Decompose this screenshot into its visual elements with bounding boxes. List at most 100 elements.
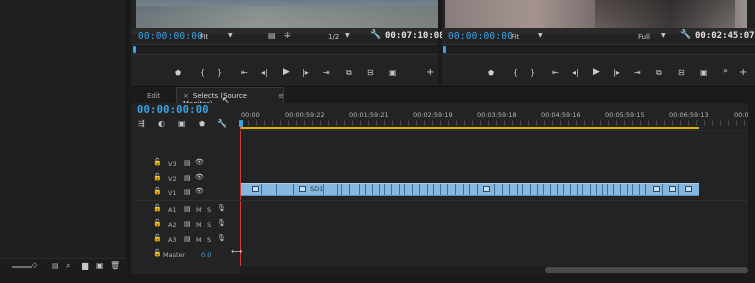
- lock-icon[interactable]: 🔓: [153, 188, 162, 195]
- source-go-to-in-icon[interactable]: ⇤: [241, 68, 248, 77]
- list-view-icon[interactable]: ▤: [52, 263, 59, 270]
- program-time-ruler[interactable]: [442, 44, 755, 53]
- sync-lock-icon[interactable]: ▤: [184, 160, 191, 167]
- timeline-settings-icon[interactable]: 🔧: [217, 120, 227, 128]
- track-label-a3[interactable]: A3: [168, 236, 177, 244]
- microphone-icon[interactable]: 🎙: [217, 235, 226, 242]
- microphone-icon[interactable]: 🎙: [217, 220, 226, 227]
- source-insert-clip-icon[interactable]: ⧉: [346, 68, 352, 78]
- source-settings-icon[interactable]: ▤: [268, 32, 276, 40]
- source-resolution-chevron-icon[interactable]: ▼: [345, 32, 350, 39]
- microphone-icon[interactable]: 🎙: [217, 205, 226, 212]
- source-playhead[interactable]: [133, 46, 136, 53]
- tab-edit[interactable]: Edit: [147, 92, 161, 100]
- source-time-ruler[interactable]: [131, 44, 438, 53]
- eye-icon[interactable]: 👁: [195, 159, 204, 166]
- eye-icon[interactable]: 👁: [195, 174, 204, 181]
- program-extract-icon[interactable]: ⊟: [678, 68, 685, 77]
- ruler-label: 00:04:59:16: [541, 111, 581, 119]
- program-wrench-icon[interactable]: 🔧: [680, 31, 691, 40]
- program-add-marker-icon[interactable]: ⬟: [488, 69, 494, 77]
- source-go-to-out-icon[interactable]: ⇥: [323, 68, 330, 77]
- program-add-button-icon[interactable]: +: [739, 67, 747, 78]
- track-label-a2[interactable]: A2: [168, 221, 177, 229]
- program-step-forward-icon[interactable]: |▸: [613, 68, 620, 77]
- source-mark-out-icon[interactable]: }: [217, 68, 222, 77]
- solo-icon[interactable]: S: [207, 206, 211, 214]
- lock-icon[interactable]: 🔓: [153, 205, 162, 212]
- source-resolution-select[interactable]: 1/2: [328, 33, 339, 41]
- timeline-vertical-scrollbar[interactable]: [748, 103, 755, 274]
- snap-icon[interactable]: ⇶: [138, 120, 145, 128]
- tab-menu-icon[interactable]: ≡: [278, 92, 284, 100]
- program-mark-out-icon[interactable]: }: [530, 68, 535, 77]
- sync-lock-icon[interactable]: ▤: [184, 236, 191, 243]
- program-resolution-chevron-icon[interactable]: ▼: [661, 32, 666, 39]
- timeline-playhead-head[interactable]: [239, 120, 243, 127]
- source-insert-icon[interactable]: ⁜: [284, 32, 291, 40]
- sync-lock-icon[interactable]: ▤: [184, 189, 191, 196]
- solo-icon[interactable]: S: [207, 221, 211, 229]
- program-go-to-out-icon[interactable]: ⇥: [634, 68, 641, 77]
- solo-icon[interactable]: S: [207, 236, 211, 244]
- program-go-to-in-icon[interactable]: ⇤: [552, 68, 559, 77]
- source-zoom-chevron-icon[interactable]: ▼: [228, 32, 233, 39]
- program-zoom-select[interactable]: Fit: [511, 33, 519, 41]
- program-lift-icon[interactable]: ⧉: [656, 68, 662, 78]
- linked-selection-icon[interactable]: ◐: [158, 120, 165, 128]
- program-play-icon[interactable]: ▶: [593, 67, 600, 77]
- track-label-a1[interactable]: A1: [168, 206, 177, 214]
- source-step-forward-icon[interactable]: |▸: [302, 68, 309, 77]
- source-wrench-icon[interactable]: 🔧: [370, 31, 381, 40]
- lock-icon[interactable]: 🔓: [153, 159, 162, 166]
- source-timecode[interactable]: 00:00:00:00: [138, 31, 203, 42]
- trash-icon[interactable]: 🗑: [110, 262, 120, 270]
- work-area-bar[interactable]: [240, 127, 699, 129]
- program-playhead[interactable]: [443, 46, 446, 53]
- source-overwrite-icon[interactable]: ⊟: [367, 68, 374, 77]
- lock-icon[interactable]: 🔓: [153, 235, 162, 242]
- sort-icon[interactable]: ◇: [32, 262, 37, 269]
- timeline-timecode[interactable]: 00:00:00:00: [137, 104, 209, 116]
- add-marker-icon[interactable]: ⬟: [199, 121, 205, 128]
- program-step-back-icon[interactable]: ◂|: [572, 68, 579, 77]
- lock-icon[interactable]: 🔓: [153, 174, 162, 181]
- search-icon[interactable]: ⌕: [66, 262, 70, 270]
- program-export-frame-icon[interactable]: ▣: [700, 68, 708, 77]
- source-step-back-icon[interactable]: ◂|: [261, 68, 268, 77]
- program-resolution-select[interactable]: Full: [638, 33, 650, 41]
- mute-icon[interactable]: M: [196, 236, 202, 244]
- track-label-v2[interactable]: V2: [168, 175, 177, 183]
- source-add-marker-icon[interactable]: ⬟: [175, 69, 181, 77]
- program-monitor: 00:00:00:00 Fit ▼ Full ▼ 🔧 00:02:45:07 ⬟…: [442, 0, 755, 86]
- program-zoom-chevron-icon[interactable]: ▼: [538, 32, 543, 39]
- master-volume-value[interactable]: 0.0: [201, 251, 211, 259]
- sync-lock-icon[interactable]: ▤: [184, 206, 191, 213]
- lock-icon[interactable]: 🔓: [153, 250, 162, 257]
- sync-lock-icon[interactable]: ▤: [184, 175, 191, 182]
- master-fit-icon[interactable]: ⟷: [231, 248, 242, 256]
- source-mark-in-icon[interactable]: {: [200, 68, 205, 77]
- source-export-frame-icon[interactable]: ▣: [389, 68, 397, 77]
- source-play-icon[interactable]: ▶: [283, 67, 290, 77]
- track-label-v3[interactable]: V3: [168, 160, 177, 168]
- track-label-v1[interactable]: V1: [168, 189, 177, 197]
- source-zoom-select[interactable]: Fit: [200, 33, 208, 41]
- sync-lock-icon[interactable]: ▤: [184, 221, 191, 228]
- program-more-icon[interactable]: »: [723, 66, 728, 75]
- tab-close-icon[interactable]: ×: [183, 92, 189, 100]
- program-timecode[interactable]: 00:00:00:00: [448, 31, 513, 42]
- eye-icon[interactable]: 👁: [195, 188, 204, 195]
- insert-sequence-icon[interactable]: ▣: [178, 120, 186, 128]
- new-bin-icon[interactable]: ▆: [82, 262, 88, 270]
- mute-icon[interactable]: M: [196, 221, 202, 229]
- timeline-scrollbar-thumb[interactable]: [545, 267, 748, 273]
- v1-clip-strip[interactable]: SD1: [241, 183, 699, 196]
- program-mark-in-icon[interactable]: {: [513, 68, 518, 77]
- new-item-icon[interactable]: ▣: [96, 262, 104, 270]
- lock-icon[interactable]: 🔓: [153, 220, 162, 227]
- zoom-slider[interactable]: [12, 266, 32, 268]
- source-add-button-icon[interactable]: +: [426, 67, 434, 78]
- mute-icon[interactable]: M: [196, 206, 202, 214]
- tab-selects-source-monitor[interactable]: ×Selects (Source Monitor) ≡: [176, 87, 284, 108]
